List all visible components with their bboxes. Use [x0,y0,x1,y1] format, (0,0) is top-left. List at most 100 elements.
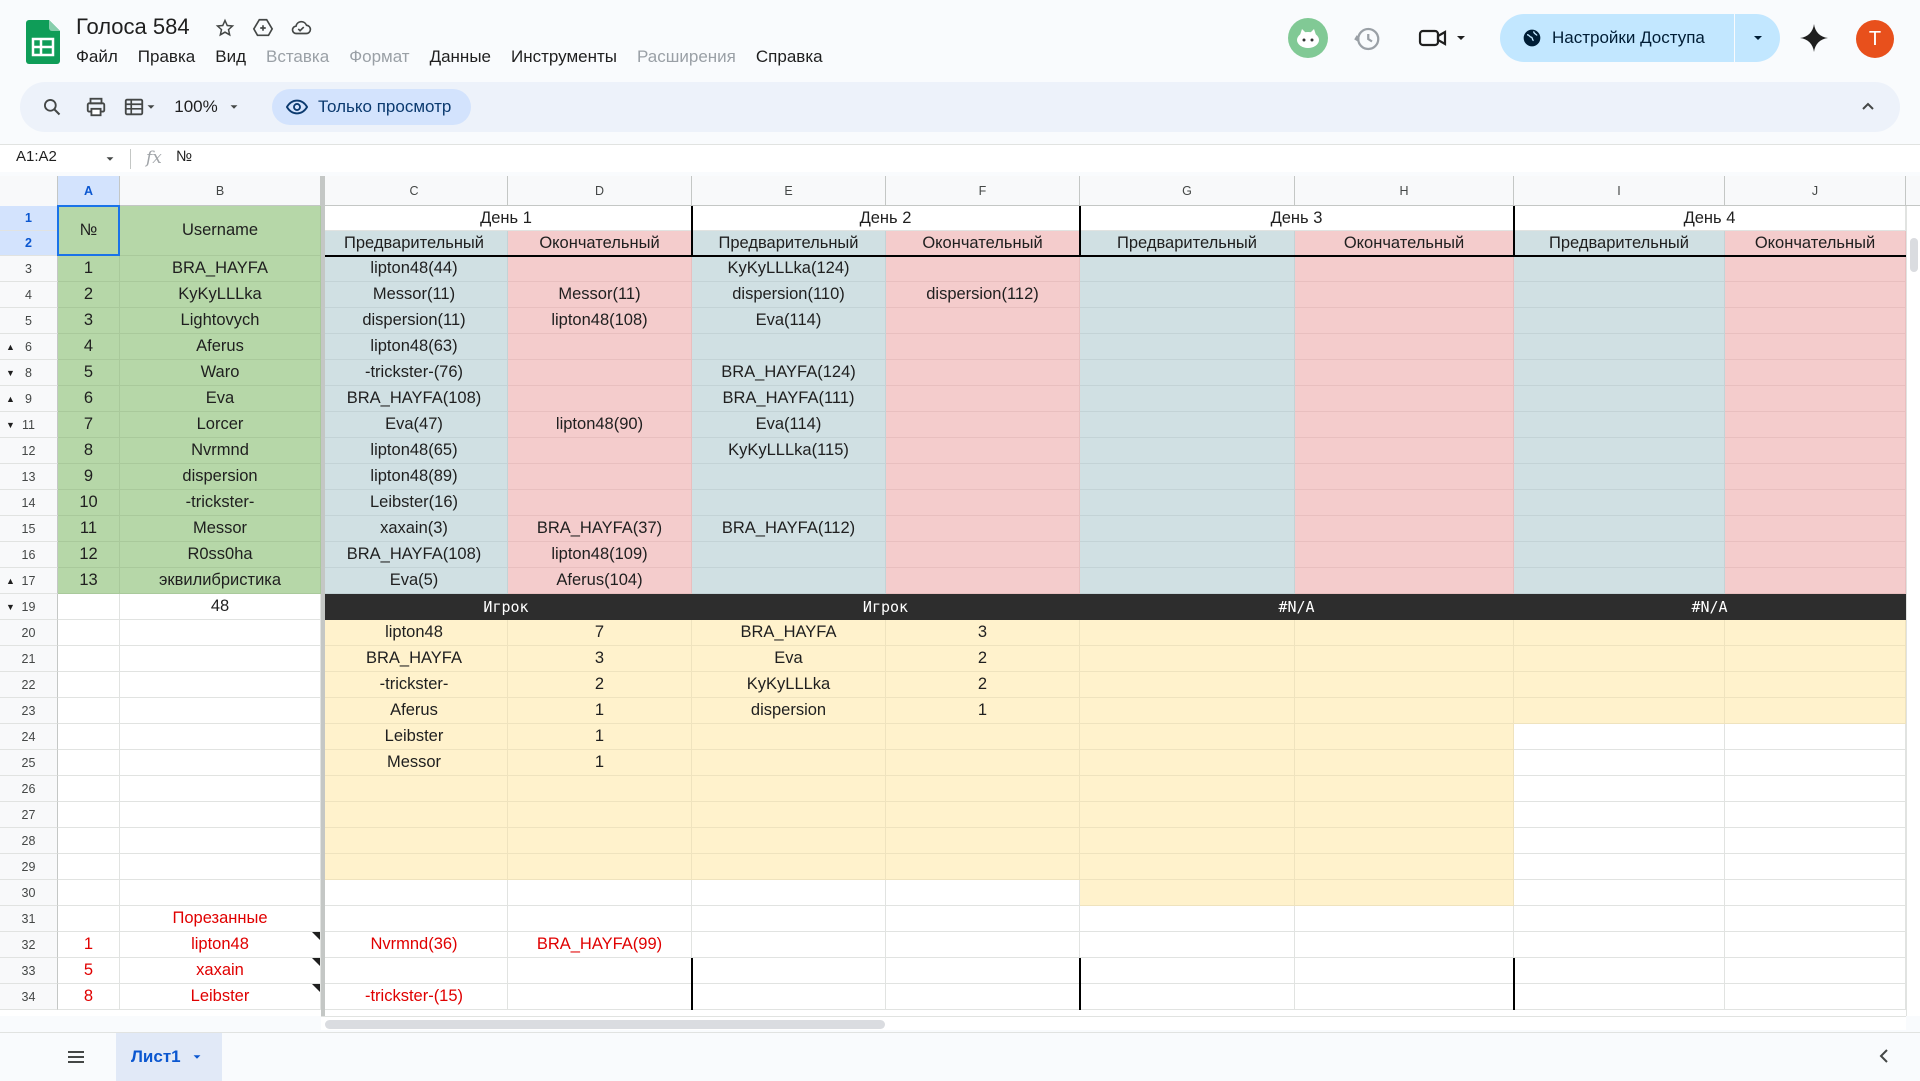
day-header-3[interactable]: День 3 [1080,206,1514,231]
summary-cell[interactable] [508,828,692,854]
summary-cell[interactable] [1080,880,1295,906]
vote-cell[interactable]: Aferus(104) [508,568,692,594]
player-username[interactable]: эквилибристика [120,568,321,594]
empty-cell[interactable] [692,984,886,1010]
menu-extensions[interactable]: Расширения [627,46,746,68]
summary-cell[interactable]: 7 [508,620,692,646]
player-username[interactable]: Nvrmnd [120,438,321,464]
expand-group-icon[interactable]: ▼ [6,420,15,430]
summary-cell[interactable] [1514,620,1725,646]
vote-cell[interactable] [1514,464,1725,490]
vote-cell[interactable] [886,568,1080,594]
cell-a[interactable] [58,854,120,880]
note-indicator-icon[interactable] [312,984,320,992]
row-header-22[interactable]: 22 [0,672,58,698]
cut-label[interactable]: Порезанные [120,906,321,932]
row-header-16[interactable]: 16 [0,542,58,568]
vote-cell[interactable]: BRA_HAYFA(37) [508,516,692,542]
empty-cell[interactable] [1080,906,1295,932]
summary-cell[interactable] [1080,828,1295,854]
print-button[interactable] [82,82,110,132]
empty-cell[interactable] [692,906,886,932]
vote-cell[interactable] [1295,334,1514,360]
summary-cell[interactable] [1295,880,1514,906]
vote-cell[interactable]: -trickster-(76) [321,360,508,386]
final-header[interactable]: Окончательный [508,231,692,256]
summary-cell[interactable] [1725,672,1906,698]
vote-cell[interactable] [1514,412,1725,438]
player-username[interactable]: dispersion [120,464,321,490]
row-header-30[interactable]: 30 [0,880,58,906]
vote-cell[interactable] [1725,412,1906,438]
vote-cell[interactable] [886,412,1080,438]
column-header-h[interactable]: H [1295,176,1514,206]
summary-cell[interactable] [1295,646,1514,672]
column-header-b[interactable]: B [120,176,321,206]
menu-view[interactable]: Вид [205,46,256,68]
summary-header-4[interactable]: #N/A [1514,594,1906,620]
summary-cell[interactable] [1725,750,1906,776]
empty-cell[interactable] [886,906,1080,932]
summary-cell[interactable]: 2 [886,672,1080,698]
summary-cell[interactable] [321,802,508,828]
cell-a[interactable] [58,802,120,828]
row-header-19[interactable]: 19 ▼ [0,594,58,620]
summary-cell[interactable] [1295,724,1514,750]
empty-cell[interactable] [1514,984,1725,1010]
vote-cell[interactable] [1080,438,1295,464]
summary-cell[interactable] [886,750,1080,776]
vote-cell[interactable] [1725,542,1906,568]
summary-cell[interactable] [321,880,508,906]
vote-cell[interactable] [1514,308,1725,334]
player-number[interactable]: 11 [58,516,120,542]
vote-cell[interactable]: BRA_HAYFA(124) [692,360,886,386]
select-all-corner[interactable] [0,176,58,206]
row-header-12[interactable]: 12 [0,438,58,464]
summary-cell[interactable]: 3 [508,646,692,672]
star-icon[interactable] [213,16,237,40]
player-number[interactable]: 2 [58,282,120,308]
summary-cell[interactable] [508,854,692,880]
player-number[interactable]: 10 [58,490,120,516]
cut-vote[interactable]: Nvrmnd(36) [321,932,508,958]
vote-cell[interactable]: BRA_HAYFA(108) [321,386,508,412]
collapse-group-icon[interactable]: ▲ [6,576,15,586]
summary-header-3[interactable]: #N/A [1080,594,1514,620]
summary-cell[interactable] [692,750,886,776]
cell-a[interactable] [58,646,120,672]
cell-b[interactable] [120,698,321,724]
cell-b[interactable] [120,828,321,854]
summary-cell[interactable]: lipton48 [321,620,508,646]
row-header-34[interactable]: 34 [0,984,58,1010]
vote-cell[interactable] [1514,282,1725,308]
vote-cell[interactable] [1725,386,1906,412]
summary-cell[interactable] [1514,828,1725,854]
summary-cell[interactable] [886,724,1080,750]
vote-cell[interactable] [1080,386,1295,412]
vote-cell[interactable]: BRA_HAYFA(111) [692,386,886,412]
empty-cell[interactable] [1725,958,1906,984]
column-header-i[interactable]: I [1514,176,1725,206]
cell-b[interactable] [120,620,321,646]
expand-group-icon[interactable]: ▼ [6,602,15,612]
expand-group-icon[interactable]: ▼ [6,368,15,378]
cell-b[interactable] [120,750,321,776]
player-number[interactable]: 9 [58,464,120,490]
row-header-9[interactable]: 9 ▲ [0,386,58,412]
player-username[interactable]: Aferus [120,334,321,360]
vote-cell[interactable]: dispersion(110) [692,282,886,308]
vote-cell[interactable]: lipton48(63) [321,334,508,360]
vote-cell[interactable]: lipton48(65) [321,438,508,464]
empty-cell[interactable] [1080,932,1295,958]
empty-cell[interactable] [1080,984,1295,1010]
cut-vote[interactable]: BRA_HAYFA(99) [508,932,692,958]
row-header-17[interactable]: 17 ▲ [0,568,58,594]
menu-data[interactable]: Данные [420,46,501,68]
cut-number[interactable]: 8 [58,984,120,1010]
row-header-21[interactable]: 21 [0,646,58,672]
summary-cell[interactable] [508,880,692,906]
player-username[interactable]: Waro [120,360,321,386]
row-header-14[interactable]: 14 [0,490,58,516]
summary-cell[interactable] [1080,802,1295,828]
row-header-8[interactable]: 8 ▼ [0,360,58,386]
